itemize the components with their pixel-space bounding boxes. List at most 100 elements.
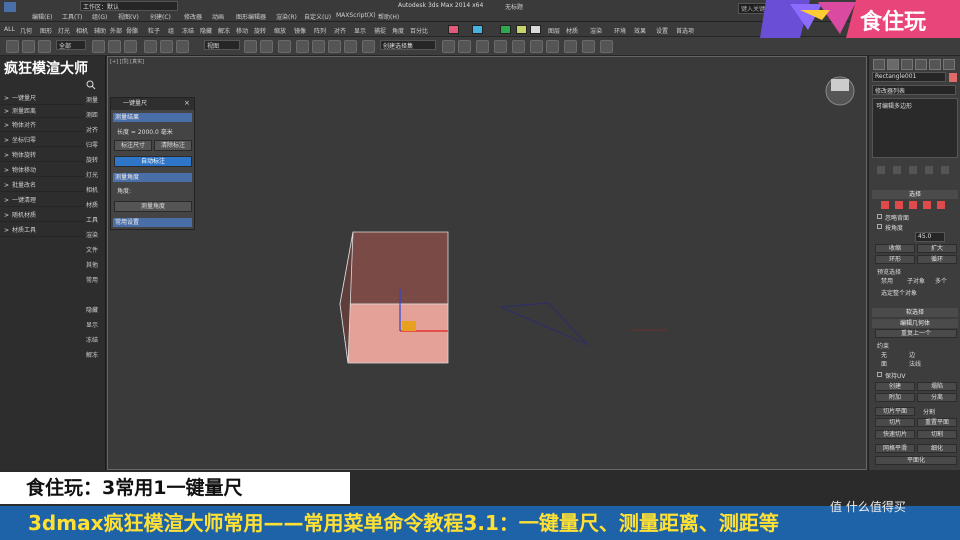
- split-checkbox[interactable]: 分割: [923, 407, 935, 416]
- plugin-tab-unfreeze[interactable]: 解冻: [86, 350, 106, 359]
- scale-icon[interactable]: [176, 40, 189, 53]
- make-planar-button[interactable]: 平面化: [875, 456, 957, 465]
- repeat-last-button[interactable]: 重复上一个: [875, 329, 957, 338]
- constraint-normal-radio[interactable]: 法线: [909, 359, 921, 368]
- loop-button[interactable]: 循环: [917, 255, 957, 264]
- named-selection-set-dropdown[interactable]: 创建选择集: [380, 40, 436, 50]
- grow-button[interactable]: 扩大: [917, 244, 957, 253]
- plugin-tab-cameras[interactable]: 相机: [86, 185, 106, 194]
- plugin-tab-hide[interactable]: 隐藏: [86, 305, 106, 314]
- plugin-item-measure[interactable]: > 一键量尺: [0, 93, 84, 105]
- menu-create[interactable]: 创建(C): [150, 12, 171, 21]
- plugin-item-move[interactable]: > 物体移动: [0, 165, 84, 177]
- tb-all[interactable]: ALL: [4, 26, 15, 33]
- attach-button[interactable]: 附加: [875, 393, 915, 402]
- menu-animation[interactable]: 动画: [212, 12, 224, 21]
- rect-region-icon[interactable]: [124, 40, 137, 53]
- angle-snap-icon[interactable]: [312, 40, 325, 53]
- plugin-item-clean[interactable]: > 一键清理: [0, 195, 84, 207]
- configure-sets-icon[interactable]: [941, 166, 949, 174]
- create-tab-icon[interactable]: [873, 59, 885, 70]
- vertex-icon[interactable]: [881, 201, 889, 209]
- bind-icon[interactable]: [38, 40, 51, 53]
- tb-mirror[interactable]: 镜像: [294, 26, 306, 35]
- constraint-face-radio[interactable]: 面: [881, 359, 887, 368]
- tb-lights[interactable]: 灯光: [58, 26, 70, 35]
- collapse-button[interactable]: 塌陷: [917, 382, 957, 391]
- tb-geometry[interactable]: 几何: [20, 26, 32, 35]
- cut-button[interactable]: 切割: [917, 430, 957, 439]
- gizmo-plane-handle[interactable]: [402, 321, 416, 331]
- clear-annotation-button[interactable]: 清除标注: [154, 140, 192, 151]
- spinner-snap-icon[interactable]: [344, 40, 357, 53]
- polygon-icon[interactable]: [923, 201, 931, 209]
- plugin-item-rotate[interactable]: > 物体旋转: [0, 150, 84, 162]
- render-icon[interactable]: [600, 40, 613, 53]
- viewcube-face[interactable]: [831, 79, 849, 91]
- hierarchy-tab-icon[interactable]: [901, 59, 913, 70]
- tb-particles[interactable]: 粒子: [148, 26, 160, 35]
- rollout-selection-header[interactable]: 选择: [872, 190, 958, 199]
- rendered-frame-icon[interactable]: [582, 40, 595, 53]
- color-swatch-olive[interactable]: [516, 25, 527, 34]
- snap-icon[interactable]: [296, 40, 309, 53]
- shrink-button[interactable]: 收缩: [875, 244, 915, 253]
- preview-subobj-radio[interactable]: 子对象: [907, 276, 925, 285]
- material-editor-icon[interactable]: [546, 40, 559, 53]
- tb-hide[interactable]: 隐藏: [200, 26, 212, 35]
- tb-shapes[interactable]: 图形: [40, 26, 52, 35]
- tb-preferences[interactable]: 首选项: [676, 26, 694, 35]
- plugin-tab-zero[interactable]: 归零: [86, 140, 106, 149]
- rollout-soft-selection-header[interactable]: 软选择: [872, 308, 958, 317]
- close-icon[interactable]: ×: [184, 99, 190, 107]
- tb-unfreeze[interactable]: 解冻: [218, 26, 230, 35]
- keyboard-shortcut-icon[interactable]: [278, 40, 291, 53]
- menu-graph-editors[interactable]: 图形编辑器: [236, 12, 266, 21]
- pin-stack-icon[interactable]: [877, 166, 885, 174]
- tb-align[interactable]: 对齐: [334, 26, 346, 35]
- tb-layer[interactable]: 图层: [548, 26, 560, 35]
- menu-tools[interactable]: 工具(T): [62, 12, 82, 21]
- tb-settings[interactable]: 设置: [656, 26, 668, 35]
- render-setup-icon[interactable]: [564, 40, 577, 53]
- curve-editor-icon[interactable]: [512, 40, 525, 53]
- plugin-item-distance[interactable]: > 测量距离: [0, 106, 84, 118]
- workspace-dropdown[interactable]: 工作区：默认: [80, 1, 178, 11]
- element-icon[interactable]: [937, 201, 945, 209]
- border-icon[interactable]: [909, 201, 917, 209]
- remove-modifier-icon[interactable]: [925, 166, 933, 174]
- constraint-none-radio[interactable]: 无: [881, 350, 887, 359]
- perspective-viewport[interactable]: [107, 56, 867, 470]
- object-color-swatch[interactable]: [949, 73, 957, 82]
- color-swatch-pink[interactable]: [448, 25, 459, 34]
- tb-rotate[interactable]: 旋转: [254, 26, 266, 35]
- viewport-label[interactable]: [+] [顶] [真实]: [110, 58, 144, 65]
- menu-customize[interactable]: 自定义(U): [304, 12, 331, 21]
- motion-tab-icon[interactable]: [915, 59, 927, 70]
- tb-freeze[interactable]: 冻结: [182, 26, 194, 35]
- plugin-tab-file[interactable]: 文件: [86, 245, 106, 254]
- angle-spinner[interactable]: 45.0: [915, 232, 945, 242]
- modifier-list-dropdown[interactable]: 修改器列表: [872, 85, 956, 95]
- menu-help[interactable]: 帮助(H): [378, 12, 399, 21]
- menu-group[interactable]: 组(G): [92, 12, 107, 21]
- meshsmooth-button[interactable]: 网格平滑: [875, 444, 915, 453]
- show-end-result-icon[interactable]: [893, 166, 901, 174]
- tb-percent[interactable]: 百分比: [410, 26, 428, 35]
- tb-move[interactable]: 移动: [236, 26, 248, 35]
- menu-view[interactable]: 视图(V): [118, 12, 139, 21]
- preview-off-radio[interactable]: 禁用: [881, 276, 893, 285]
- align-icon[interactable]: [458, 40, 471, 53]
- plugin-tab-lights[interactable]: 灯光: [86, 170, 106, 179]
- menu-modifiers[interactable]: 修改器: [184, 12, 202, 21]
- edit-named-sets-icon[interactable]: [362, 40, 375, 53]
- auto-annotate-button[interactable]: 自动标注: [114, 156, 192, 167]
- reset-plane-button[interactable]: 重置平面: [917, 418, 957, 427]
- tb-cameras[interactable]: 相机: [76, 26, 88, 35]
- edge-icon[interactable]: [895, 201, 903, 209]
- utilities-tab-icon[interactable]: [943, 59, 955, 70]
- layer-manager-icon[interactable]: [476, 40, 489, 53]
- display-tab-icon[interactable]: [929, 59, 941, 70]
- selection-filter-dropdown[interactable]: 全部: [56, 40, 86, 50]
- pivot-icon[interactable]: [244, 40, 257, 53]
